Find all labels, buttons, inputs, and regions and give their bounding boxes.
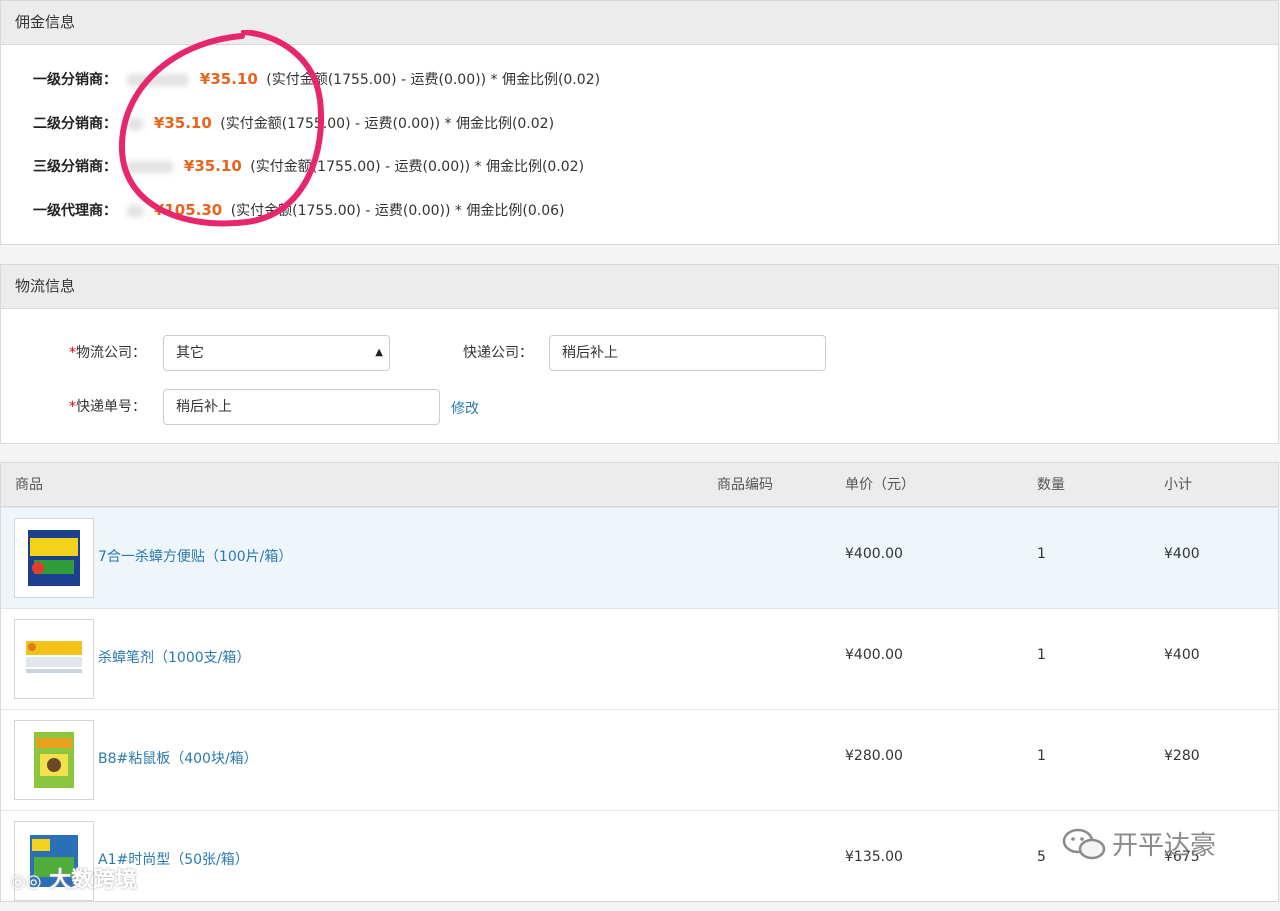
table-row: B8#粘鼠板（400块/箱） ¥280.00 1 ¥280 bbox=[1, 709, 1278, 810]
wechat-logo-icon bbox=[1062, 828, 1106, 859]
commission-row: 二级分销商： ¥35.10 (实付金额(1755.00) - 运费(0.00))… bbox=[33, 112, 554, 134]
product-price: ¥280.00 bbox=[845, 748, 903, 764]
product-name-link[interactable]: 7合一杀蟑方便贴（100片/箱） bbox=[98, 546, 292, 566]
product-thumbnail[interactable] bbox=[14, 619, 94, 699]
product-image-icon bbox=[28, 530, 80, 586]
product-price: ¥135.00 bbox=[845, 849, 903, 865]
commission-amount: ¥35.10 bbox=[183, 157, 242, 175]
edit-link[interactable]: 修改 bbox=[451, 391, 479, 427]
product-thumbnail[interactable] bbox=[14, 720, 94, 800]
blurred-name bbox=[127, 161, 174, 173]
tracking-number-value: 稍后补上 bbox=[176, 399, 232, 415]
commission-panel-title: 佣金信息 bbox=[1, 1, 1278, 45]
column-header-price: 单价（元） bbox=[845, 477, 915, 493]
commission-formula: (实付金额(1755.00) - 运费(0.00)) * 佣金比例(0.06) bbox=[230, 203, 565, 219]
blurred-name bbox=[127, 74, 190, 86]
products-table-header: 商品 商品编码 单价（元） 数量 小计 bbox=[1, 463, 1278, 507]
product-quantity: 1 bbox=[1037, 647, 1046, 663]
commission-panel: 佣金信息 一级分销商： ¥35.10 (实付金额(1755.00) - 运费(0… bbox=[0, 0, 1279, 245]
commission-amount: ¥105.30 bbox=[153, 201, 223, 219]
product-subtotal: ¥400 bbox=[1164, 647, 1200, 663]
logistics-panel: 物流信息 *物流公司： 其它 ▲ 快递公司： 稍后补上 *快递单号： 稍后补上 … bbox=[0, 264, 1279, 444]
product-price: ¥400.00 bbox=[845, 546, 903, 562]
commission-row-label: 三级分销商： bbox=[33, 159, 117, 175]
commission-row: 一级代理商： ¥105.30 (实付金额(1755.00) - 运费(0.00)… bbox=[33, 199, 564, 221]
commission-formula: (实付金额(1755.00) - 运费(0.00)) * 佣金比例(0.02) bbox=[220, 116, 555, 132]
express-company-label: 快递公司： bbox=[463, 345, 533, 361]
watermark-left: ◎◎ 大数跨境 bbox=[10, 862, 137, 894]
product-image-icon bbox=[34, 732, 74, 788]
commission-amount: ¥35.10 bbox=[199, 70, 258, 88]
wechat-logo-icon: ◎◎ bbox=[10, 871, 42, 892]
product-price: ¥400.00 bbox=[845, 647, 903, 663]
product-thumbnail[interactable] bbox=[14, 518, 94, 598]
tracking-number-input[interactable]: 稍后补上 bbox=[163, 389, 440, 425]
commission-row-label: 二级分销商： bbox=[33, 116, 117, 132]
product-image-icon bbox=[26, 641, 82, 673]
logistics-company-label-text: 物流公司： bbox=[76, 345, 146, 361]
logistics-panel-title: 物流信息 bbox=[1, 265, 1278, 309]
product-subtotal: ¥280 bbox=[1164, 748, 1200, 764]
product-quantity: 1 bbox=[1037, 546, 1046, 562]
product-subtotal: ¥400 bbox=[1164, 546, 1200, 562]
product-name-link[interactable]: B8#粘鼠板（400块/箱） bbox=[98, 748, 258, 768]
commission-amount: ¥35.10 bbox=[153, 114, 212, 132]
tracking-number-label: *快递单号： bbox=[69, 389, 146, 425]
logistics-company-label: *物流公司： bbox=[69, 335, 146, 371]
blurred-name bbox=[127, 118, 144, 130]
blurred-name bbox=[127, 205, 144, 217]
watermark-right-text: 开平达豪 bbox=[1112, 831, 1217, 861]
select-updown-icon: ▲ bbox=[375, 347, 383, 358]
table-row: 杀蟑笔剂（1000支/箱） ¥400.00 1 ¥400 bbox=[1, 608, 1278, 709]
logistics-company-value: 其它 bbox=[176, 345, 204, 361]
table-row: 7合一杀蟑方便贴（100片/箱） ¥400.00 1 ¥400 bbox=[1, 507, 1278, 608]
express-company-value: 稍后补上 bbox=[562, 345, 618, 361]
commission-formula: (实付金额(1755.00) - 运费(0.00)) * 佣金比例(0.02) bbox=[250, 159, 585, 175]
commission-row-label: 一级代理商： bbox=[33, 203, 117, 219]
product-quantity: 5 bbox=[1037, 849, 1046, 865]
column-header-code: 商品编码 bbox=[717, 477, 773, 493]
column-header-subtotal: 小计 bbox=[1164, 477, 1192, 493]
required-mark: * bbox=[69, 345, 76, 361]
watermark-left-text: 大数跨境 bbox=[49, 868, 138, 893]
product-quantity: 1 bbox=[1037, 748, 1046, 764]
commission-formula: (实付金额(1755.00) - 运费(0.00)) * 佣金比例(0.02) bbox=[266, 72, 601, 88]
commission-row: 一级分销商： ¥35.10 (实付金额(1755.00) - 运费(0.00))… bbox=[33, 68, 600, 90]
tracking-number-label-text: 快递单号： bbox=[76, 399, 146, 415]
commission-row-label: 一级分销商： bbox=[33, 72, 117, 88]
express-company-input[interactable]: 稍后补上 bbox=[549, 335, 826, 371]
column-header-product: 商品 bbox=[15, 477, 43, 493]
column-header-quantity: 数量 bbox=[1037, 477, 1065, 493]
logistics-company-select[interactable]: 其它 ▲ bbox=[163, 335, 390, 371]
product-name-link[interactable]: 杀蟑笔剂（1000支/箱） bbox=[98, 647, 250, 667]
required-mark: * bbox=[69, 399, 76, 415]
watermark-right: 开平达豪 bbox=[1062, 825, 1216, 862]
commission-row: 三级分销商： ¥35.10 (实付金额(1755.00) - 运费(0.00))… bbox=[33, 155, 584, 177]
